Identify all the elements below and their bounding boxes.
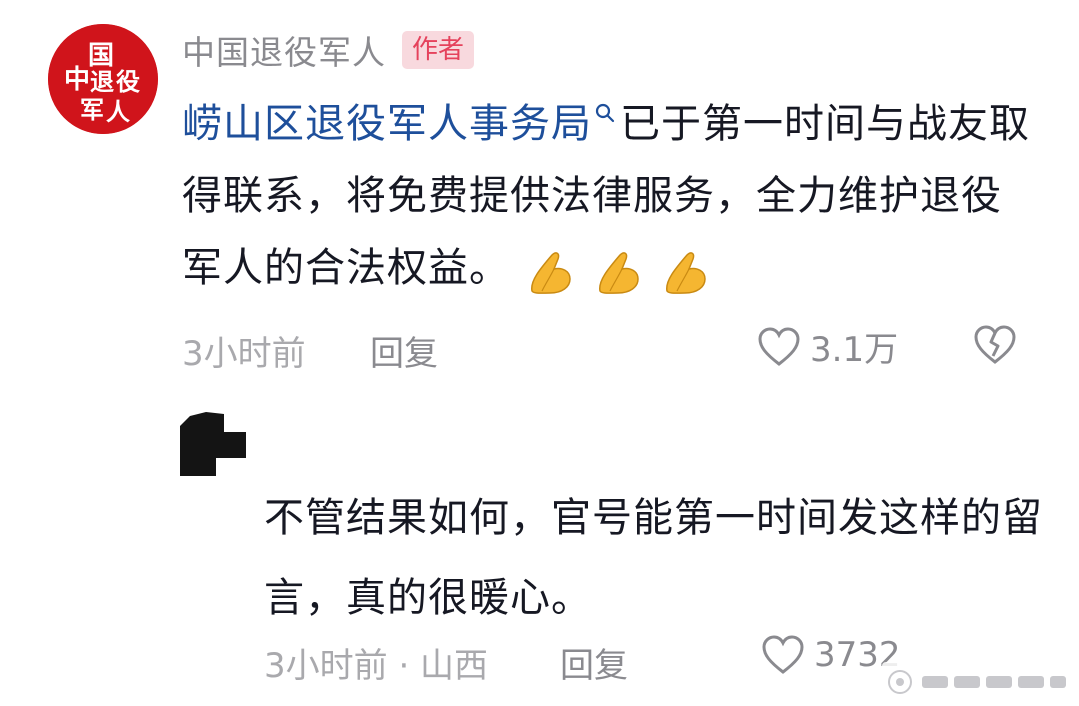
main-comment: 国 中 退 役 军 人 中国退役军人 作者 崂山区退役军人事务局 已于第一时间与… [0, 0, 1079, 390]
pray-icon [531, 252, 571, 294]
reply-avatar[interactable] [176, 408, 250, 476]
emoji-row [524, 234, 713, 306]
comment-time: 3小时前 [182, 334, 306, 374]
svg-text:退: 退 [90, 69, 114, 96]
svg-text:国: 国 [88, 41, 114, 70]
author-badge: 作者 [402, 31, 475, 69]
author-name[interactable]: 中国退役军人 [182, 26, 386, 74]
heart-icon [762, 635, 804, 674]
reply-button[interactable]: 回复 [370, 326, 438, 375]
watermark-logo [888, 670, 1066, 694]
author-row: 中国退役军人 作者 [182, 26, 475, 74]
reply-time-location: 3小时前 · 山西 [264, 646, 489, 686]
heart-icon [758, 326, 800, 366]
svg-text:军: 军 [80, 97, 104, 124]
broken-heart-icon[interactable] [972, 324, 1018, 366]
author-avatar[interactable]: 国 中 退 役 军 人 [48, 24, 158, 134]
pray-icon [598, 252, 639, 294]
like-button[interactable]: 3.1万 [756, 322, 898, 371]
avatar-logo: 国 中 退 役 军 人 [48, 24, 158, 134]
watermark [882, 662, 1072, 702]
search-icon[interactable] [594, 102, 616, 124]
comment-text: 崂山区退役军人事务局 已于第一时间与战友取得联系，将免费提供法律服务，全力维护退… [182, 88, 1032, 306]
mention-link[interactable]: 崂山区退役军人事务局 [182, 101, 592, 147]
svg-text:人: 人 [106, 99, 130, 126]
reply-text: 不管结果如何，官号能第一时间发这样的留言，真的很暖心。 [264, 495, 1043, 621]
like-count: 3.1万 [810, 330, 899, 370]
like-button[interactable]: 3732 [760, 634, 901, 676]
reply-comment: 不管结果如何，官号能第一时间发这样的留言，真的很暖心。 3小时前 · 山西 回复… [0, 400, 1079, 706]
comment-meta: 3小时前 回复 3.1万 [182, 322, 1032, 375]
svg-text:中: 中 [64, 65, 90, 94]
svg-text:役: 役 [116, 68, 140, 96]
reply-button[interactable]: 回复 [560, 638, 628, 687]
pray-icon [666, 252, 707, 294]
